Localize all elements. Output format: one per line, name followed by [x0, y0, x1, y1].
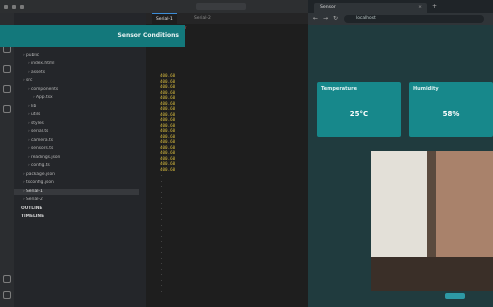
sidebar-tree-label: styles — [31, 120, 44, 126]
browser-toolbar: ← → ↻ localhost — [308, 13, 493, 25]
sidebar-tree-item[interactable]: ›Serial-1 — [14, 188, 139, 195]
sidebar-tree-label: TIMELINE — [21, 214, 45, 219]
humidity-value: 58% — [442, 110, 460, 118]
sidebar-tree-item[interactable]: ›package.json — [14, 172, 139, 178]
editor-pane: Serial-1 Serial-2 main > src > Error 400… — [146, 13, 308, 307]
sidebar-tree-label: OUTLINE — [21, 205, 43, 211]
sidebar-tree-label: sensors.ts — [31, 146, 54, 151]
camera-feed — [371, 151, 493, 291]
browser-tab[interactable]: Sensor × — [314, 3, 427, 13]
sidebar-tree-item[interactable]: ›assets — [14, 70, 139, 76]
camera-scene-floor — [371, 257, 493, 291]
sidebar-tree-item[interactable]: ›tsconfig.json — [14, 180, 139, 186]
reload-icon[interactable]: ↻ — [333, 15, 338, 22]
code-line: . — [160, 287, 163, 293]
sidebar-tree-item[interactable]: ›Serial-2 — [14, 197, 139, 203]
sidebar-tree-item[interactable]: TIMELINE — [14, 214, 139, 220]
sidebar-tree-label: Serial-1 — [26, 188, 43, 194]
editor-tab-bar: Serial-1 Serial-2 — [146, 13, 308, 24]
address-bar[interactable]: localhost — [344, 15, 484, 23]
page-title: Sensor Conditions — [117, 32, 179, 39]
account-icon[interactable] — [3, 275, 11, 283]
sidebar-tree-label: tsconfig.json — [26, 180, 54, 185]
new-tab-icon[interactable]: + — [432, 3, 437, 10]
sidebar-tree-item[interactable]: ›index.html — [14, 61, 139, 67]
sidebar-tree-label: Serial-2 — [26, 197, 43, 202]
sidebar-tree-label: src — [26, 78, 33, 83]
sidebar-tree-item[interactable]: ›config.ts — [14, 163, 139, 169]
sidebar-tree-label: serial.ts — [31, 129, 49, 134]
sidebar-tree-item[interactable]: ›src — [14, 78, 139, 84]
forward-arrow-icon[interactable]: → — [323, 15, 328, 22]
sidebar-tree-item[interactable]: ›utils — [14, 112, 139, 118]
sidebar-tree-label: package.json — [26, 171, 55, 177]
settings-gear-icon[interactable] — [3, 291, 11, 299]
sidebar-tree-label: lib — [31, 103, 37, 109]
activity-bar — [0, 13, 14, 307]
sidebar-tree-label: readings.json — [31, 154, 61, 160]
capture-button[interactable] — [445, 293, 465, 299]
sidebar-tree-label: App.tsx — [36, 95, 53, 100]
back-arrow-icon[interactable]: ← — [313, 15, 318, 22]
window-control-icon[interactable] — [20, 4, 24, 9]
vscode-titlebar — [0, 0, 308, 13]
window-control-icon[interactable] — [4, 4, 8, 9]
sidebar-tree-item[interactable]: ›lib — [14, 104, 139, 110]
extensions-icon[interactable] — [3, 105, 11, 113]
sidebar-tree-label: utils — [31, 112, 41, 117]
page-header: Sensor Conditions — [0, 25, 185, 47]
card-label: Temperature — [321, 86, 357, 92]
sidebar-tree-item[interactable]: ›styles — [14, 121, 139, 127]
editor-tab[interactable]: Serial-2 — [190, 13, 215, 24]
editor-tab-active[interactable]: Serial-1 — [152, 13, 177, 24]
explorer-sidebar: EXPLORERPROJECT›Sensor Monitor›public›in… — [14, 13, 146, 307]
sidebar-tree-label: public — [26, 52, 40, 58]
browser-tab-title: Sensor — [320, 5, 336, 10]
humidity-card: Humidity 58% — [409, 82, 493, 137]
source-control-icon[interactable] — [3, 65, 11, 73]
sidebar-tree-item[interactable]: ›serial.ts — [14, 129, 139, 135]
sidebar-tree-label: assets — [31, 69, 45, 75]
sidebar-tree-item[interactable]: ›public — [14, 53, 139, 59]
sidebar-tree-item[interactable]: ›camera.ts — [14, 138, 139, 144]
sidebar-tree-label: index.html — [31, 61, 55, 66]
temperature-value: 25°C — [349, 110, 369, 118]
card-label: Humidity — [413, 86, 439, 92]
browser-tab-bar: Sensor × + — [308, 0, 493, 13]
temperature-card: Temperature 25°C — [317, 82, 401, 137]
sidebar-tree-item[interactable]: ›sensors.ts — [14, 146, 139, 152]
sidebar-tree-label: config.ts — [31, 163, 50, 168]
sidebar-tree-label: components — [31, 86, 59, 92]
close-icon[interactable]: × — [418, 3, 422, 13]
window-control-icon[interactable] — [12, 4, 16, 9]
debug-icon[interactable] — [3, 85, 11, 93]
sidebar-tree-item[interactable]: ›readings.json — [14, 155, 139, 161]
sidebar-tree-label: camera.ts — [31, 137, 53, 143]
command-search-box[interactable] — [196, 3, 246, 10]
sidebar-tree-item[interactable]: ›components — [14, 87, 139, 93]
sidebar-tree-item[interactable]: OUTLINE — [14, 206, 139, 212]
sidebar-tree-item[interactable]: ›App.tsx — [14, 95, 139, 101]
